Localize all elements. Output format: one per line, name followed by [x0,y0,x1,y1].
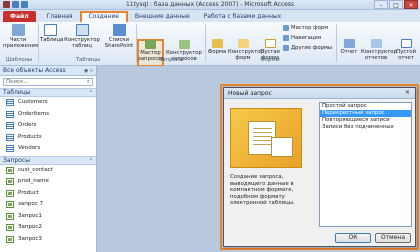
app-parts-icon [11,24,25,36]
table-icon [6,145,14,153]
nav-section-queries[interactable]: Запросы ⌃ [0,155,96,165]
navigation-icon [283,35,289,41]
dialog-title-bar[interactable]: Новый запрос ✕ [224,88,415,99]
form-design-icon [237,39,249,48]
chevron-up-icon: ⌃ [88,157,93,164]
query-icon [6,212,14,220]
list-item[interactable]: Запрос2 [0,222,96,234]
list-item[interactable]: Запрос3 [0,234,96,246]
table-icon [6,133,14,141]
list-item-selected[interactable]: Перекрестный запрос [320,110,411,117]
wizard-illustration [230,108,302,168]
close-icon[interactable]: ✕ [403,89,412,97]
list-item[interactable]: Повторяющиеся записи [320,117,411,124]
group-label-forms: Формы [260,57,280,63]
group-label-templates: Шаблоны [5,57,33,63]
app-parts-button[interactable]: Части приложения [3,24,38,49]
report-button[interactable]: Отчет [338,39,360,55]
nav-search-input[interactable]: Поиск... ⌕ [3,78,93,86]
form-icon [211,39,223,48]
more-forms-icon [283,45,289,51]
form-wizard-icon [283,25,289,31]
query-icon [6,189,14,197]
navigation-pane: Все объекты Access ◉ « Поиск... ⌕ Таблиц… [0,66,97,252]
group-label-tables: Таблицы [75,57,101,63]
minimize-button[interactable]: – [374,0,388,9]
list-item[interactable]: запрос 7 [0,199,96,211]
tab-create[interactable]: Создание [79,11,128,22]
navigation-button[interactable]: Навигация [283,35,321,41]
nav-header[interactable]: Все объекты Access ◉ « [0,66,96,76]
list-item[interactable]: Запрос1 [0,211,96,223]
form-wizard-button[interactable]: Мастер форм [283,25,328,31]
table-design-icon [75,24,89,36]
table-icon [6,99,14,107]
chevron-up-icon: ⌃ [88,90,93,96]
window-controls: – □ ✕ [374,0,418,9]
blank-form-icon [264,39,276,48]
more-forms-button[interactable]: Другие формы [283,45,332,51]
new-query-dialog: Новый запрос ✕ Создание запроса, выводящ… [223,87,416,247]
sharepoint-lists-button[interactable]: Списки SharePoint [104,24,134,49]
list-item[interactable]: cust_contact [0,165,96,177]
tab-external-data[interactable]: Внешние данные [128,11,197,22]
blank-report-button[interactable]: Пустой отчет [393,39,419,61]
ribbon: Части приложения Шаблоны Таблица Констру… [0,22,420,67]
table-design-button[interactable]: Конструктор таблиц [62,24,102,49]
title-bar: 11tysql : база данных (Access 2007) - Mi… [0,0,420,10]
cancel-button[interactable]: Отмена [375,233,411,243]
form-button[interactable]: Форма [207,39,227,55]
query-wizard-icon [145,40,156,49]
tab-file[interactable]: Файл [3,11,36,22]
list-item[interactable]: prod_name [0,176,96,188]
list-item[interactable]: Orders [0,120,96,132]
tab-home[interactable]: Главная [40,11,80,22]
query-design-icon [178,40,190,49]
list-item[interactable]: Vendors [0,143,96,155]
list-item[interactable]: OrderItems [0,109,96,121]
report-icon [343,39,355,48]
collapse-arrows-icon[interactable]: ◉ « [84,66,93,76]
table-icon [6,122,14,130]
query-icon [6,201,14,209]
nav-section-tables[interactable]: Таблицы ⌃ [0,88,96,97]
query-icon [6,166,14,174]
report-design-button[interactable]: Конструктор отчетов [361,39,397,61]
report-design-icon [370,39,382,48]
query-icon [6,235,14,243]
crosstab-grid-icon [271,137,293,157]
ribbon-tabs: Файл Главная Создание Внешние данные Раб… [0,10,420,22]
query-type-list[interactable]: Простой запрос Перекрестный запрос Повто… [319,102,412,227]
close-button[interactable]: ✕ [404,0,418,9]
maximize-button[interactable]: □ [389,0,403,9]
blank-report-icon [400,39,412,48]
list-item[interactable]: Products [0,132,96,144]
ribbon-separator [336,24,337,62]
ok-button[interactable]: ОК [335,233,371,243]
list-item[interactable]: Customers [0,97,96,109]
window-title: 11tysql : база данных (Access 2007) - Mi… [125,1,295,8]
tab-database-tools[interactable]: Работа с базами данных [197,11,289,22]
group-label-queries: Запросы [159,57,183,63]
list-item[interactable]: Простой запрос [320,103,411,110]
query-description: Создание запроса, выводящего данные в ко… [230,174,295,206]
query-icon [6,178,14,186]
table-icon [43,24,57,36]
table-icon [6,110,14,118]
query-icon [6,224,14,232]
sharepoint-icon [112,24,126,36]
table-button[interactable]: Таблица [40,24,63,43]
ribbon-separator [38,24,39,62]
list-item[interactable]: Записи без подчиненных [320,124,411,131]
list-item[interactable]: Product [0,188,96,200]
search-icon[interactable]: ⌕ [87,79,90,85]
